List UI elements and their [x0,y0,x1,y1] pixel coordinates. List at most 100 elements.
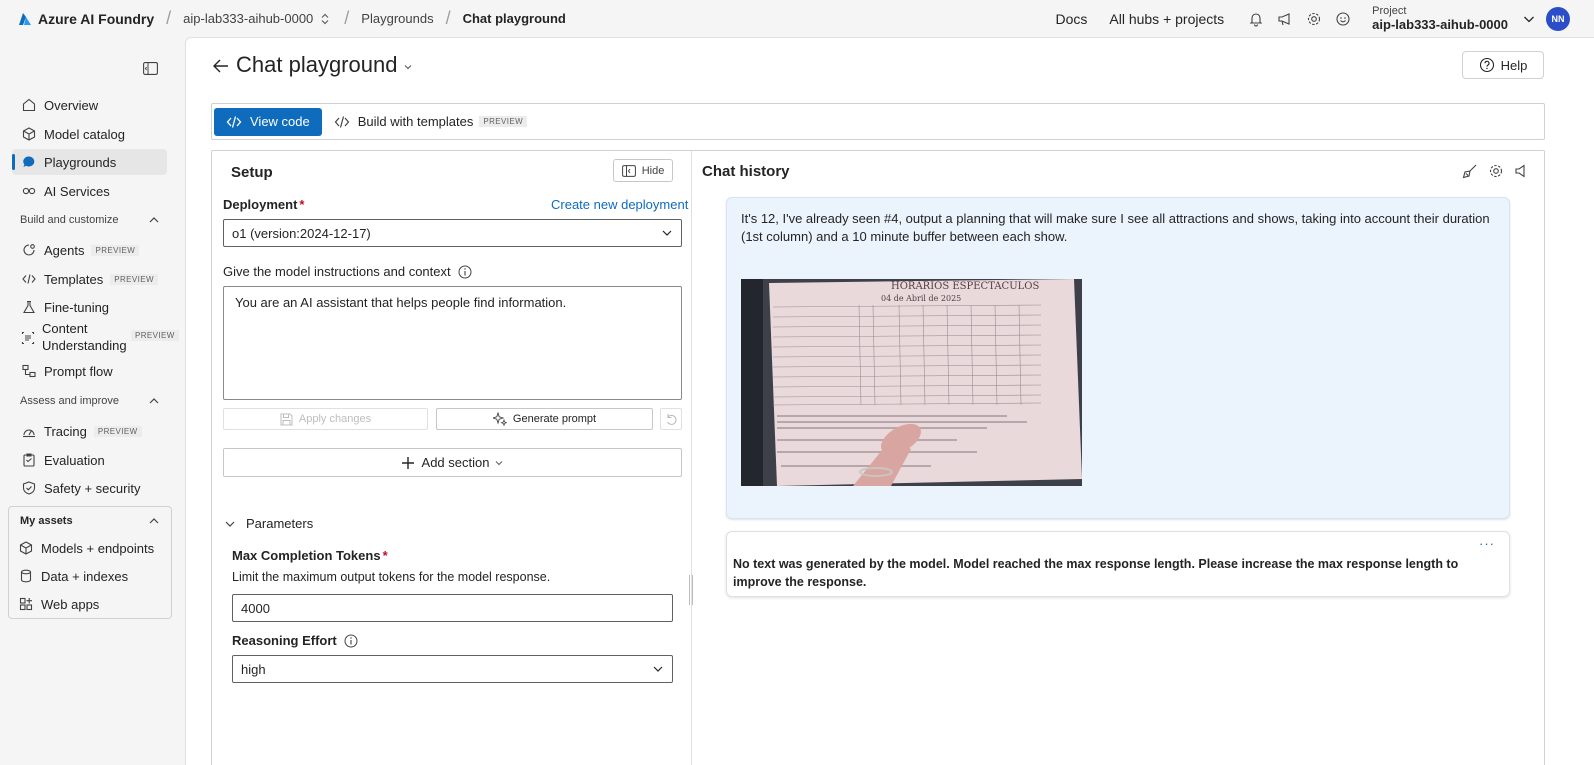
assistant-message-text: No text was generated by the model. Mode… [733,557,1459,589]
sidebar-item-label: Prompt flow [44,363,113,379]
preview-badge: PREVIEW [110,273,158,285]
project-selector[interactable]: Project aip-lab333-aihub-0000 [1372,5,1508,32]
chat-history-title: Chat history [702,163,790,180]
app-logo[interactable]: Azure AI Foundry [18,11,154,27]
preview-badge: PREVIEW [131,330,179,341]
breadcrumb-separator: / [344,8,350,28]
sparkle-icon [492,412,507,426]
create-deployment-link[interactable]: Create new deployment [551,197,688,212]
add-section-button[interactable]: Add section [223,448,682,477]
clipboard-icon [21,452,37,468]
generate-prompt-label: Generate prompt [512,413,597,425]
chevron-down-icon[interactable] [1522,12,1536,26]
sidebar-item-safety-security[interactable]: Safety + security [12,475,167,501]
hide-setup-button[interactable]: Hide [613,159,673,182]
sidebar-item-agents[interactable]: Agents PREVIEW [12,237,167,263]
bell-icon[interactable] [1246,9,1266,29]
info-icon[interactable] [344,634,358,648]
reasoning-effort-label: Reasoning Effort [232,633,358,648]
preview-badge: PREVIEW [479,116,528,127]
setup-pane: Setup Hide Deployment * Create new deploy… [212,151,692,765]
info-icon[interactable] [458,265,472,279]
sidebar-item-ai-services[interactable]: AI Services [12,178,167,204]
speaker-icon[interactable] [1514,163,1530,179]
nav-group-assess[interactable]: Assess and improve [20,395,160,407]
view-code-button[interactable]: View code [214,107,322,136]
cube-icon [18,540,34,556]
nav-group-label: Assess and improve [20,395,120,407]
chevron-down-icon [662,230,672,236]
breadcrumb-playgrounds[interactable]: Playgrounds [361,11,433,26]
generate-prompt-button[interactable]: Generate prompt [436,408,653,430]
breadcrumb-chat-playground: Chat playground [462,11,566,26]
docs-link[interactable]: Docs [1055,11,1087,27]
gear-icon[interactable] [1488,163,1504,179]
hub-name: aip-lab333-aihub-0000 [183,11,314,26]
user-message: It's 12, I've already seen #4, output a … [726,197,1510,519]
sidebar-item-model-catalog[interactable]: Model catalog [12,121,167,147]
sidebar-item-overview[interactable]: Overview [12,92,167,118]
playground-panel: Setup Hide Deployment * Create new deploy… [211,150,1545,765]
apply-changes-button[interactable]: Apply changes [223,408,428,430]
sidebar-item-evaluation[interactable]: Evaluation [12,447,167,473]
all-hubs-link[interactable]: All hubs + projects [1109,11,1224,27]
system-message-input[interactable]: You are an AI assistant that helps peopl… [223,286,682,400]
assistant-message: ··· No text was generated by the model. … [726,531,1510,597]
sidebar-item-playgrounds[interactable]: Playgrounds [12,149,167,175]
megaphone-icon[interactable] [1275,9,1295,29]
required-mark: * [382,548,388,563]
avatar[interactable]: NN [1546,6,1570,31]
nav-group-assets[interactable]: My assets [20,515,160,527]
sidebar-item-prompt-flow[interactable]: Prompt flow [12,358,167,384]
gear-icon[interactable] [1304,9,1324,29]
sidebar-item-fine-tuning[interactable]: Fine-tuning [12,294,167,320]
chevron-up-icon [149,217,159,223]
build-with-templates-button[interactable]: Build with templates PREVIEW [334,114,528,129]
help-button[interactable]: Help [1462,51,1544,79]
preview-badge: PREVIEW [93,425,142,437]
sidebar-item-data-indexes[interactable]: Data + indexes [9,563,169,589]
project-name: aip-lab333-aihub-0000 [1372,17,1508,32]
chat-toolbar [1452,163,1530,179]
photo-date: 04 de Abril de 2025 [881,294,961,303]
hub-selector[interactable]: aip-lab333-aihub-0000 [183,11,332,26]
my-assets-section: My assets Models + endpoints Data + inde… [8,506,172,619]
back-arrow-icon[interactable] [212,58,230,74]
add-section-label: Add section [421,455,490,470]
app-name: Azure AI Foundry [38,10,155,27]
sidebar-item-web-apps[interactable]: Web apps [9,591,169,617]
chevron-up-icon [149,398,159,404]
deployment-select[interactable]: o1 (version:2024-12-17) [223,219,682,247]
question-icon [1479,57,1494,73]
more-options-icon[interactable]: ··· [1479,536,1495,551]
required-mark: * [299,197,305,212]
up-down-chevron-icon [321,13,329,24]
sidebar-item-label: Data + indexes [41,568,129,584]
panel-collapse-icon [621,164,636,177]
chevron-down-icon [653,666,663,672]
sidebar-item-label: Evaluation [44,452,105,468]
playground-toolbar: View code Build with templates PREVIEW [211,103,1545,140]
nav-group-build[interactable]: Build and customize [20,214,160,226]
attached-photo[interactable]: HORARIOS ESPECTACULOS 04 de Abril de 202… [741,279,1082,486]
broom-icon[interactable] [1462,163,1478,179]
save-icon [280,413,293,425]
parameters-toggle[interactable]: Parameters [224,516,313,531]
reset-button[interactable] [660,408,682,430]
deployment-label: Deployment * [223,197,304,212]
sidebar-item-label: Playgrounds [44,154,117,170]
sidebar-item-templates[interactable]: Templates PREVIEW [12,266,167,292]
page-title[interactable]: Chat playground [236,52,413,78]
undo-icon [666,413,676,425]
reasoning-effort-select[interactable]: high [232,655,673,683]
sidebar-item-tracing[interactable]: Tracing PREVIEW [12,418,167,444]
chat-pane: Chat history It's 12, I've already seen … [692,151,1544,765]
apps-icon [18,596,34,612]
smiley-icon[interactable] [1333,9,1353,29]
ai-services-icon [21,183,37,199]
collapse-sidebar-icon[interactable] [143,62,158,75]
sidebar-item-models-endpoints[interactable]: Models + endpoints [9,535,169,561]
chevron-down-icon [496,460,503,465]
sidebar-item-content-understanding[interactable]: Content Understanding PREVIEW [12,320,179,356]
max-tokens-input[interactable]: 4000 [232,594,673,622]
